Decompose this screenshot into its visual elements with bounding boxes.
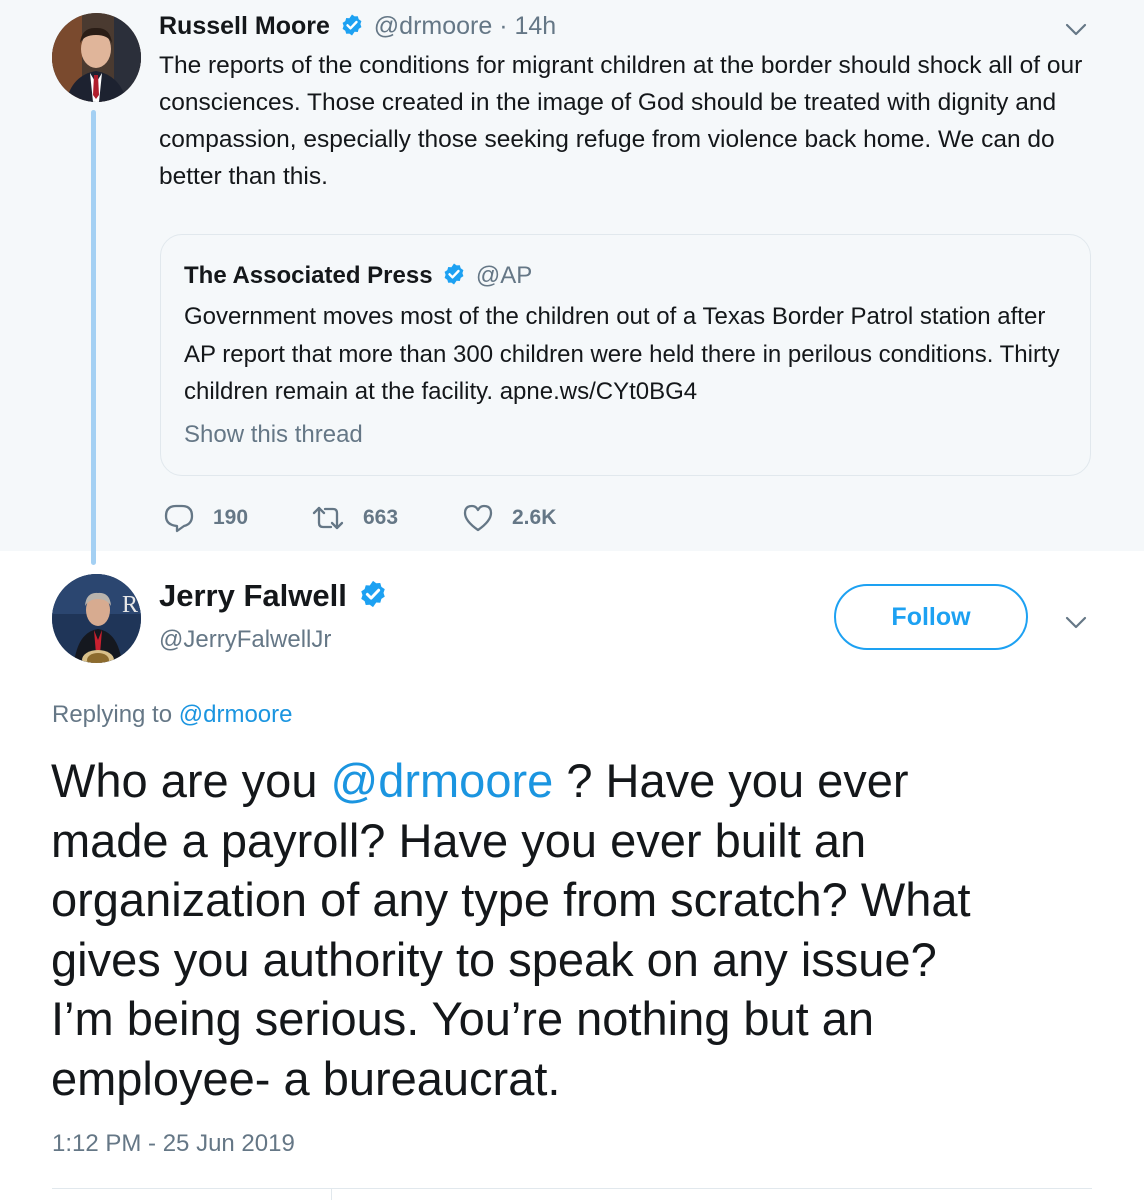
like-icon xyxy=(463,504,493,532)
main-author-name[interactable]: Jerry Falwell xyxy=(159,578,347,613)
main-tweet-text: Who are you @drmoore ? Have you ever mad… xyxy=(51,751,1111,1108)
parent-author-handle[interactable]: @drmoore xyxy=(374,12,492,40)
verified-badge-icon xyxy=(342,14,362,36)
like-count: 2.6K xyxy=(512,506,557,529)
main-tweet-author-row: Jerry Falwell xyxy=(159,578,391,614)
quoted-tweet-text: Government moves most of the children ou… xyxy=(184,303,1060,405)
russell-moore-avatar[interactable] xyxy=(52,13,141,102)
main-tweet-text-intro: Who are you xyxy=(51,754,331,807)
reply-action[interactable]: 190 xyxy=(163,500,248,536)
replying-to-line: Replying to @drmoore xyxy=(52,701,292,729)
drmoore-mention-link[interactable]: @drmoore xyxy=(331,754,554,807)
svg-text:R: R xyxy=(122,592,138,618)
like-action[interactable]: 2.6K xyxy=(462,500,556,536)
quoted-author-name: The Associated Press xyxy=(184,262,433,289)
parent-tweet-header: Russell Moore @drmoore · 14h xyxy=(159,10,556,42)
stats-divider-tick xyxy=(331,1188,332,1200)
follow-button[interactable]: Follow xyxy=(834,584,1028,650)
main-author-handle[interactable]: @JerryFalwellJr xyxy=(159,626,331,654)
russell-moore-avatar-image xyxy=(52,13,141,102)
tweet-timestamp[interactable]: 1:12 PM - 25 Jun 2019 xyxy=(52,1130,295,1158)
verified-badge-icon xyxy=(444,263,464,285)
retweet-count: 663 xyxy=(363,506,399,529)
jerry-falwell-avatar[interactable]: R xyxy=(52,574,141,663)
parent-author-name[interactable]: Russell Moore xyxy=(159,12,330,40)
parent-tweet[interactable]: Russell Moore @drmoore · 14h The reports… xyxy=(0,0,1144,565)
reply-icon xyxy=(164,504,194,533)
quoted-tweet-card[interactable]: The Associated Press @AP Government move… xyxy=(160,234,1091,476)
chevron-down-icon[interactable] xyxy=(1063,609,1089,635)
jerry-falwell-avatar-image: R xyxy=(52,574,141,663)
replying-to-mention-link[interactable]: @drmoore xyxy=(179,701,293,728)
parent-tweet-time[interactable]: · 14h xyxy=(499,12,556,40)
chevron-down-icon[interactable] xyxy=(1063,16,1089,42)
retweet-icon xyxy=(312,506,344,530)
show-thread-link[interactable]: Show this thread xyxy=(184,421,363,449)
verified-badge-icon xyxy=(361,580,386,608)
stats-divider xyxy=(52,1188,1092,1189)
quoted-tweet-header: The Associated Press @AP xyxy=(184,261,532,291)
parent-tweet-text: The reports of the conditions for migran… xyxy=(159,52,1083,190)
quoted-author-handle: @AP xyxy=(475,262,533,289)
replying-to-prefix: Replying to xyxy=(52,701,173,728)
retweet-action[interactable]: 663 xyxy=(311,500,398,536)
thread-connector-line xyxy=(91,110,96,565)
reply-count: 190 xyxy=(213,506,249,529)
